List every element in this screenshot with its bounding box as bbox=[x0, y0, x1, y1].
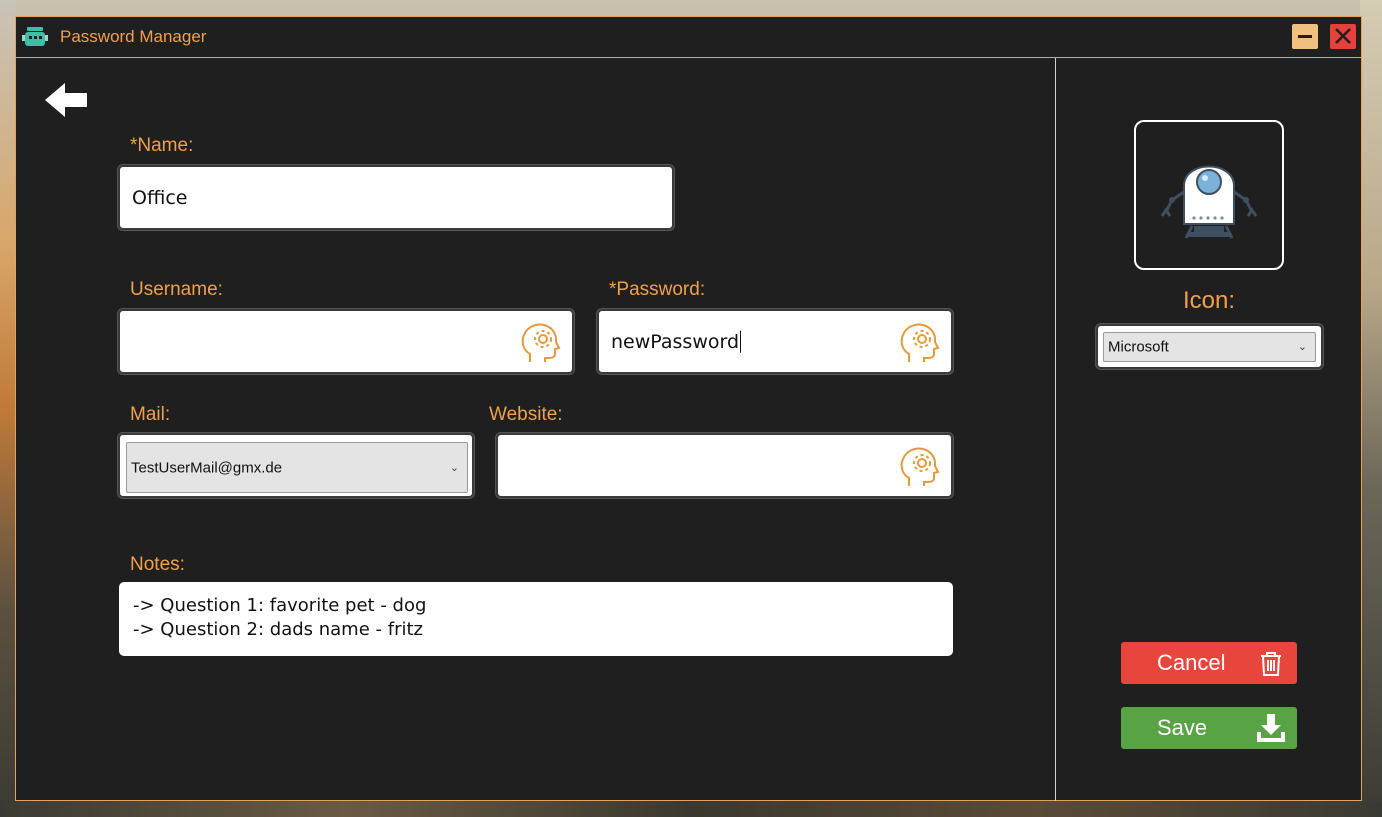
trash-icon bbox=[1255, 647, 1287, 679]
title-bar[interactable]: Password Manager bbox=[16, 17, 1361, 58]
minimize-button[interactable] bbox=[1292, 24, 1318, 49]
save-button-label: Save bbox=[1157, 715, 1208, 740]
icon-preview bbox=[1134, 120, 1284, 270]
username-field[interactable] bbox=[118, 309, 574, 374]
password-field[interactable]: newPassword bbox=[597, 309, 953, 374]
password-manager-window: Password Manager *Name: Office Username: bbox=[15, 16, 1362, 801]
close-icon bbox=[1335, 28, 1351, 44]
mail-field: TestUserMail@gmx.de ⌄ bbox=[118, 433, 474, 498]
notes-label: Notes: bbox=[130, 554, 185, 575]
panel-divider bbox=[1055, 58, 1056, 801]
mail-selected-value: TestUserMail@gmx.de bbox=[131, 459, 283, 476]
save-button[interactable]: Save bbox=[1121, 707, 1297, 749]
chevron-down-icon: ⌄ bbox=[1297, 339, 1307, 353]
desktop-background-right bbox=[1360, 0, 1382, 817]
name-value: Office bbox=[132, 186, 188, 209]
window-title: Password Manager bbox=[60, 27, 207, 46]
arrow-left-icon bbox=[45, 83, 87, 117]
icon-select[interactable]: Microsoft ⌄ bbox=[1103, 332, 1316, 362]
username-label: Username: bbox=[130, 279, 223, 300]
name-label: *Name: bbox=[130, 135, 194, 156]
icon-select-field: Microsoft ⌄ bbox=[1096, 324, 1323, 369]
cancel-button-label: Cancel bbox=[1157, 650, 1226, 675]
desktop-background-left bbox=[0, 0, 16, 817]
mail-select[interactable]: TestUserMail@gmx.de ⌄ bbox=[126, 442, 468, 493]
cancel-button[interactable]: Cancel bbox=[1121, 642, 1297, 684]
desktop-background-bottom bbox=[0, 801, 1382, 817]
head-gear-icon[interactable] bbox=[895, 442, 943, 490]
website-label: Website: bbox=[489, 404, 563, 425]
name-field[interactable]: Office bbox=[118, 165, 674, 230]
download-icon bbox=[1255, 712, 1287, 744]
chevron-down-icon: ⌄ bbox=[449, 460, 459, 474]
notes-textarea[interactable]: -> Question 1: favorite pet - dog -> Que… bbox=[119, 582, 953, 656]
password-value: newPassword bbox=[611, 330, 742, 353]
text-cursor bbox=[740, 330, 742, 353]
icon-selected-value: Microsoft bbox=[1108, 338, 1169, 356]
head-gear-icon[interactable] bbox=[895, 318, 943, 366]
robot-app-icon bbox=[22, 24, 48, 50]
back-button[interactable] bbox=[45, 83, 89, 117]
notes-line: -> Question 2: dads name - fritz bbox=[133, 619, 423, 640]
head-gear-icon[interactable] bbox=[516, 318, 564, 366]
close-button[interactable] bbox=[1330, 24, 1356, 49]
website-field[interactable] bbox=[496, 433, 953, 498]
password-label: *Password: bbox=[609, 279, 706, 300]
robot-icon bbox=[1160, 165, 1258, 239]
notes-line: -> Question 1: favorite pet - dog bbox=[133, 595, 427, 616]
mail-label: Mail: bbox=[130, 404, 171, 425]
icon-label: Icon: bbox=[1182, 287, 1236, 314]
